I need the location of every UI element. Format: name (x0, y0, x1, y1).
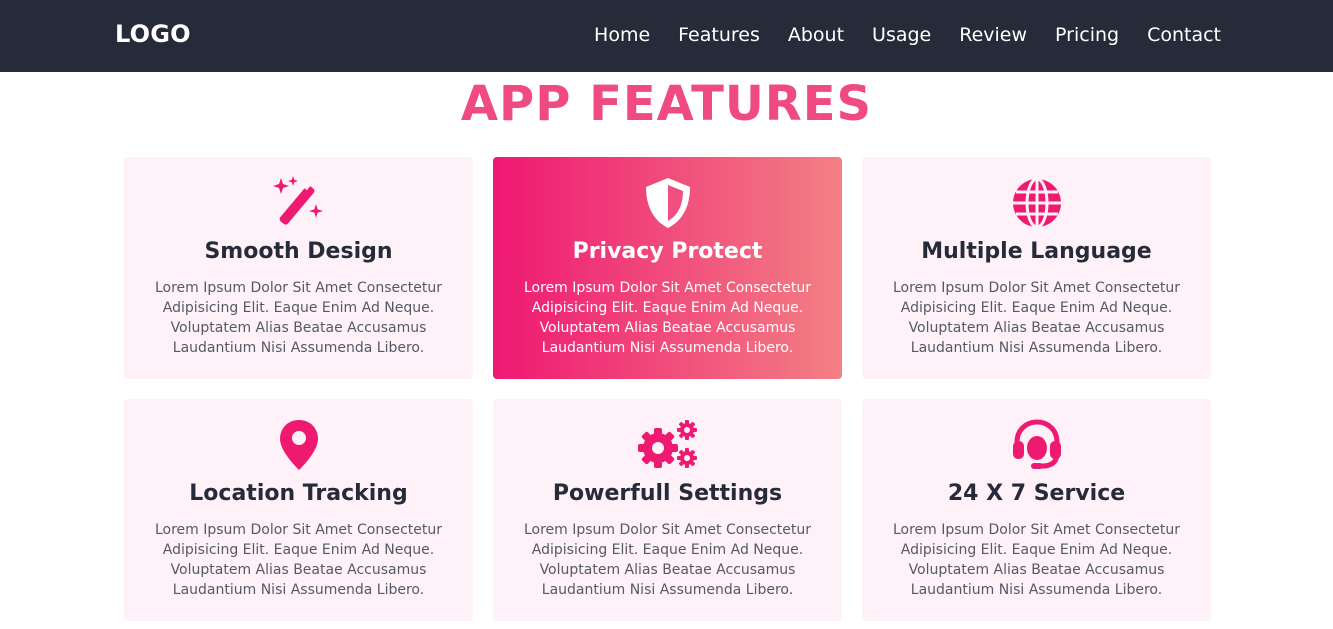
headset-icon (1012, 419, 1061, 469)
nav-links: Home Features About Usage Review Pricing… (594, 24, 1221, 46)
feature-description: Lorem Ipsum Dolor Sit Amet Consectetur A… (892, 280, 1181, 356)
shield-icon (645, 178, 690, 228)
feature-title: Smooth Design (204, 239, 393, 264)
feature-card-24x7-service[interactable]: 24 X 7 Service Lorem Ipsum Dolor Sit Ame… (862, 399, 1211, 621)
feature-title: Powerfull Settings (552, 481, 783, 506)
feature-description: Lorem Ipsum Dolor Sit Amet Consectetur A… (523, 522, 812, 598)
feature-card-privacy-protect[interactable]: Privacy Protect Lorem Ipsum Dolor Sit Am… (493, 157, 842, 379)
feature-card-location-tracking[interactable]: Location Tracking Lorem Ipsum Dolor Sit … (124, 399, 473, 621)
map-pin-icon (279, 420, 318, 470)
feature-title: Multiple Language (921, 239, 1152, 264)
nav-link-pricing[interactable]: Pricing (1055, 24, 1119, 46)
feature-description: Lorem Ipsum Dolor Sit Amet Consectetur A… (154, 522, 443, 598)
feature-title: Privacy Protect (572, 239, 763, 264)
feature-description: Lorem Ipsum Dolor Sit Amet Consectetur A… (892, 522, 1181, 598)
nav-link-features[interactable]: Features (678, 24, 760, 46)
feature-title: 24 X 7 Service (947, 481, 1126, 506)
section-title: APP FEATURES (460, 76, 873, 132)
navbar: LOGO Home Features About Usage Review Pr… (0, 0, 1333, 72)
magic-wand-icon (272, 176, 323, 225)
feature-card-powerfull-settings[interactable]: Powerfull Settings Lorem Ipsum Dolor Sit… (493, 399, 842, 621)
feature-card-smooth-design[interactable]: Smooth Design Lorem Ipsum Dolor Sit Amet… (124, 157, 473, 379)
globe-icon (1012, 177, 1061, 229)
nav-link-usage[interactable]: Usage (872, 24, 931, 46)
feature-description: Lorem Ipsum Dolor Sit Amet Consectetur A… (523, 280, 812, 356)
nav-link-review[interactable]: Review (959, 24, 1027, 46)
features-grid: Smooth Design Lorem Ipsum Dolor Sit Amet… (124, 157, 1211, 621)
logo[interactable]: LOGO (115, 20, 191, 48)
feature-description: Lorem Ipsum Dolor Sit Amet Consectetur A… (154, 280, 443, 356)
gears-icon (637, 420, 697, 468)
feature-card-multiple-language[interactable]: Multiple Language Lorem Ipsum Dolor Sit … (862, 157, 1211, 379)
feature-title: Location Tracking (189, 481, 408, 506)
nav-link-home[interactable]: Home (594, 24, 650, 46)
nav-link-about[interactable]: About (788, 24, 844, 46)
nav-link-contact[interactable]: Contact (1147, 24, 1221, 46)
